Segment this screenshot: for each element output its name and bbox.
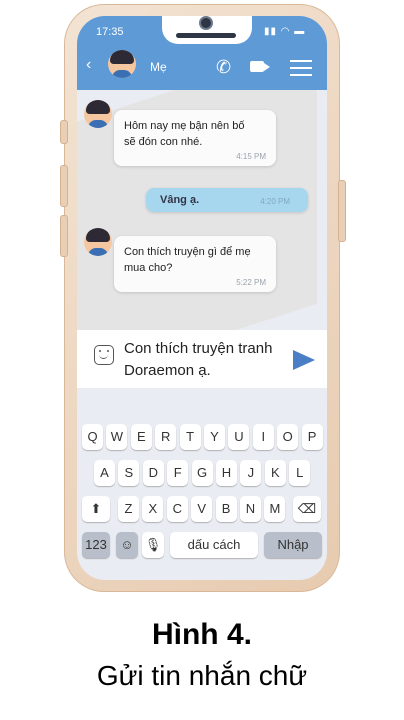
key-o[interactable]: O (277, 424, 299, 450)
mic-icon[interactable]: 🎙 (142, 532, 164, 558)
message-time: 4:15 PM (236, 152, 266, 161)
side-button-left-1 (60, 120, 68, 144)
message-text: mua cho? (124, 262, 173, 274)
message-time: 4:20 PM (260, 197, 290, 206)
message-text: Hôm nay mẹ bận nên bố (124, 120, 245, 132)
key-w[interactable]: W (106, 424, 128, 450)
status-time: 17:35 (96, 26, 124, 38)
key-n[interactable]: N (240, 496, 261, 522)
input-text-line: Doraemon ạ. (124, 362, 211, 379)
emoji-key-icon[interactable]: ☺ (116, 532, 138, 558)
side-button-left-3 (60, 215, 68, 257)
contact-name[interactable]: Mẹ (150, 60, 167, 74)
send-icon[interactable] (293, 350, 315, 370)
message-input[interactable]: Con thích truyện tranh Doraemon ạ. (124, 338, 284, 382)
key-g[interactable]: G (191, 460, 213, 486)
key-b[interactable]: B (215, 496, 237, 522)
side-button-left-2 (60, 165, 68, 207)
key-t[interactable]: T (179, 424, 201, 450)
key-c[interactable]: C (166, 496, 188, 522)
key-e[interactable]: E (130, 424, 152, 450)
contact-avatar[interactable] (108, 50, 136, 78)
key-l[interactable]: L (289, 460, 311, 486)
backspace-key[interactable]: ⌫ (293, 496, 321, 522)
emoji-icon[interactable] (94, 345, 114, 365)
figure-title: Hình 4. (151, 618, 252, 651)
video-call-icon[interactable] (250, 61, 270, 72)
phone-call-icon[interactable]: ✆ (216, 57, 231, 78)
status-icons: ▮▮ ◠ ▬ (264, 26, 306, 37)
key-z[interactable]: Z (118, 496, 139, 522)
key-d[interactable]: D (142, 460, 164, 486)
received-message: Con thích truyện gì để mẹ mua cho? 5:22 P… (114, 236, 276, 292)
enter-key[interactable]: Nhập (264, 532, 322, 558)
side-button-right (338, 180, 346, 242)
key-q[interactable]: Q (82, 424, 103, 450)
key-j[interactable]: J (240, 460, 262, 486)
key-p[interactable]: P (301, 424, 323, 450)
sent-message: Vâng ạ. 4:20 PM (146, 188, 308, 212)
key-f[interactable]: F (167, 460, 189, 486)
key-h[interactable]: H (216, 460, 237, 486)
menu-icon[interactable] (290, 60, 312, 76)
shift-key[interactable]: ⬆ (82, 496, 110, 522)
key-i[interactable]: I (252, 424, 274, 450)
key-y[interactable]: Y (204, 424, 225, 450)
key-m[interactable]: M (264, 496, 286, 522)
speaker-icon (176, 33, 236, 38)
sender-avatar (84, 100, 112, 128)
input-text-line: Con thích truyện tranh (124, 340, 273, 357)
key-s[interactable]: S (118, 460, 140, 486)
camera-icon (199, 16, 213, 30)
message-text: Vâng ạ. (160, 194, 200, 206)
key-k[interactable]: K (264, 460, 286, 486)
figure-subtitle: Gửi tin nhắn chữ (96, 660, 308, 691)
key-r[interactable]: R (155, 424, 177, 450)
message-text: sẽ đón con nhé. (124, 136, 203, 148)
key-v[interactable]: V (191, 496, 213, 522)
key-a[interactable]: A (94, 460, 115, 486)
numbers-key[interactable]: 123 (82, 532, 110, 558)
sender-avatar (84, 228, 112, 256)
space-key[interactable]: dấu cách (170, 532, 258, 558)
received-message: Hôm nay mẹ bận nên bố sẽ đón con nhé. 4:1… (114, 110, 276, 166)
key-u[interactable]: U (228, 424, 250, 450)
message-time: 5:22 PM (236, 278, 266, 287)
key-x[interactable]: X (142, 496, 164, 522)
message-text: Con thích truyện gì để mẹ (124, 246, 251, 258)
back-icon[interactable]: ‹ (86, 56, 91, 74)
